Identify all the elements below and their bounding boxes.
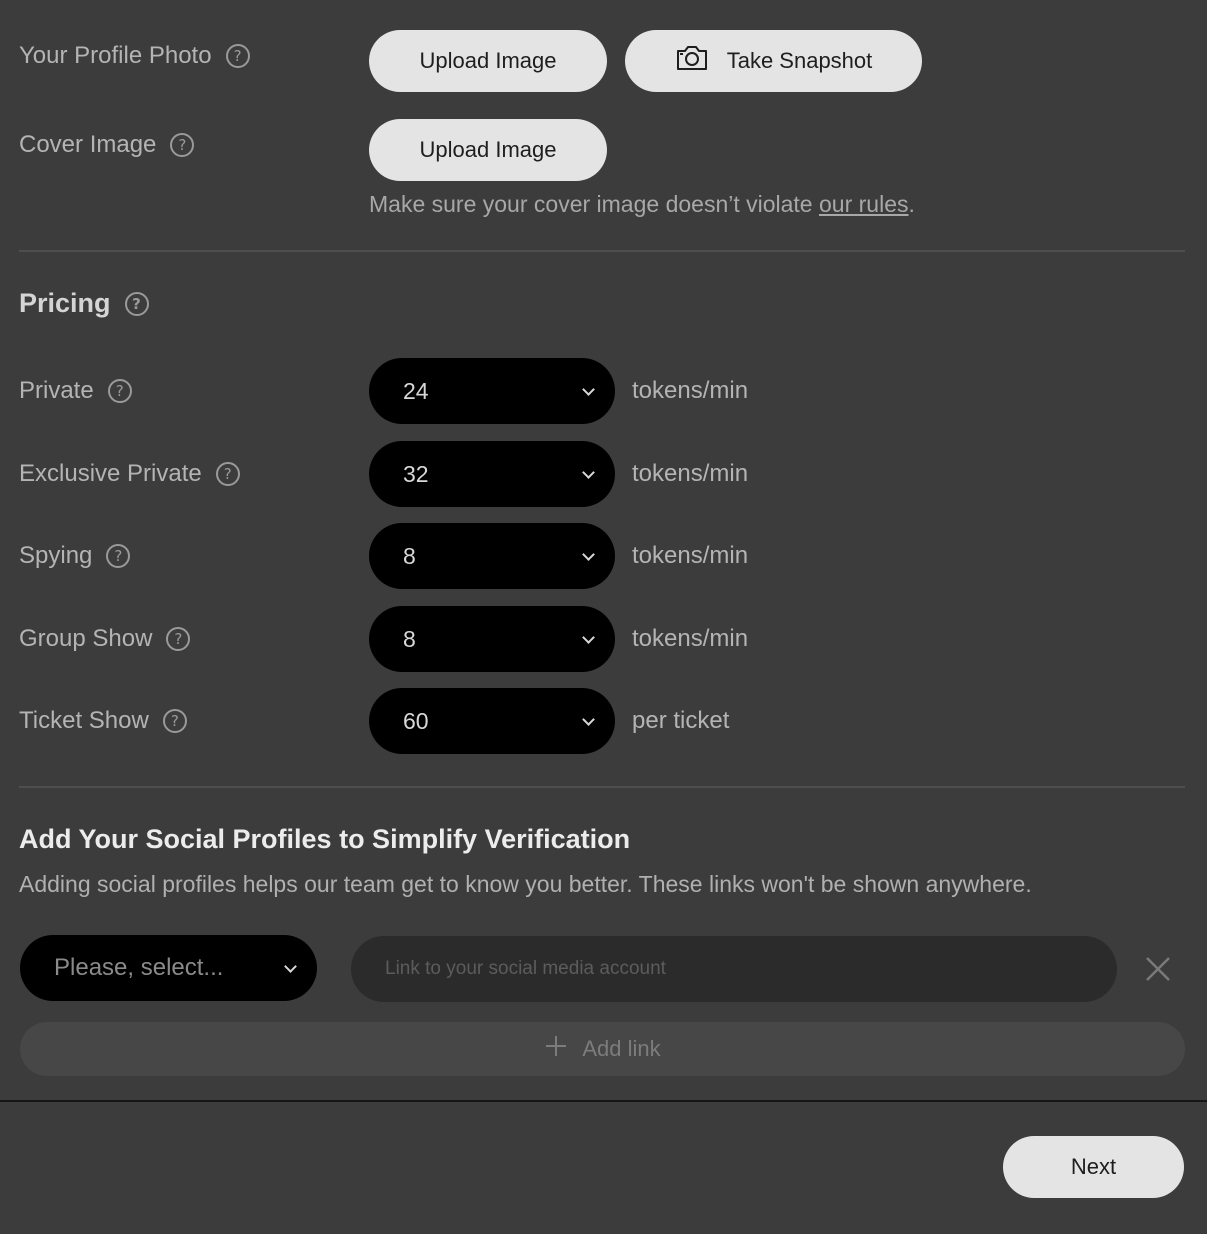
chevron-down-icon — [582, 382, 595, 396]
close-icon[interactable] — [1141, 952, 1175, 986]
pricing-select-0[interactable]: 24 — [369, 358, 615, 424]
profile-upload-label: Upload Image — [419, 48, 557, 73]
pricing-row-label-2: Spying? — [19, 542, 131, 570]
camera-icon — [675, 45, 709, 77]
cover-upload-label: Upload Image — [419, 137, 557, 162]
pricing-label: Group Show — [19, 625, 153, 652]
chevron-down-icon — [582, 712, 595, 726]
question-circle-icon[interactable]: ? — [225, 44, 250, 68]
question-circle-icon[interactable]: ? — [215, 462, 240, 486]
pricing-row-label-3: Group Show? — [19, 625, 191, 653]
pricing-label: Exclusive Private — [19, 460, 202, 487]
social-description: Adding social profiles helps our team ge… — [19, 871, 1032, 897]
profile-upload-button[interactable]: Upload Image — [369, 30, 607, 92]
add-link-label: Add link — [582, 1036, 661, 1061]
question-circle-icon[interactable]: ? — [124, 291, 149, 316]
cover-hint-text: Make sure your cover image doesn’t viola… — [369, 191, 819, 217]
question-circle-icon[interactable]: ? — [107, 379, 132, 403]
pricing-unit: tokens/min — [632, 377, 749, 404]
add-link-button[interactable]: Add link — [20, 1022, 1185, 1076]
take-snapshot-label: Take Snapshot — [726, 48, 873, 73]
pricing-select-1[interactable]: 32 — [369, 441, 615, 507]
chevron-down-icon — [582, 547, 595, 561]
next-button[interactable]: Next — [1003, 1136, 1184, 1198]
cover-image-hint: Make sure your cover image doesn’t viola… — [369, 191, 915, 218]
profile-photo-label: Your Profile Photo — [19, 42, 212, 69]
pricing-row-label-1: Exclusive Private? — [19, 460, 240, 488]
pricing-value: 24 — [403, 377, 429, 404]
question-circle-icon[interactable]: ? — [162, 709, 187, 733]
pricing-select-2[interactable]: 8 — [369, 523, 615, 589]
pricing-select-3[interactable]: 8 — [369, 606, 615, 672]
section-divider — [19, 786, 1185, 788]
pricing-row-label-4: Ticket Show? — [19, 707, 187, 735]
social-select-placeholder: Please, select... — [54, 954, 224, 981]
pricing-row-label-0: Private? — [19, 377, 132, 405]
section-divider — [19, 250, 1185, 252]
cover-image-label: Cover Image — [19, 131, 157, 158]
pricing-label: Spying — [19, 542, 93, 569]
pricing-unit: tokens/min — [632, 625, 749, 652]
plus-icon — [544, 1034, 568, 1064]
question-circle-icon[interactable]: ? — [170, 133, 195, 157]
cover-image-label-row: Cover Image ? — [19, 131, 195, 159]
chevron-down-icon — [284, 959, 297, 973]
profile-photo-label-row: Your Profile Photo ? — [19, 42, 250, 70]
take-snapshot-button[interactable]: Take Snapshot — [625, 30, 922, 92]
next-label: Next — [1070, 1154, 1117, 1179]
social-link-input[interactable] — [351, 936, 1117, 1002]
social-network-select[interactable]: Please, select... — [20, 935, 317, 1001]
pricing-value: 8 — [403, 542, 416, 569]
question-circle-icon[interactable]: ? — [166, 627, 191, 651]
pricing-unit: tokens/min — [632, 542, 749, 569]
pricing-title-row: Pricing ? — [19, 288, 149, 319]
pricing-label: Ticket Show — [19, 707, 149, 734]
pricing-label: Private — [19, 377, 94, 404]
pricing-unit: tokens/min — [632, 460, 749, 487]
pricing-value: 8 — [403, 625, 416, 652]
social-title: Add Your Social Profiles to Simplify Ver… — [19, 824, 631, 854]
cover-hint-suffix: . — [908, 191, 915, 217]
cover-upload-button[interactable]: Upload Image — [369, 119, 607, 181]
pricing-select-4[interactable]: 60 — [369, 688, 615, 754]
pricing-title: Pricing — [19, 288, 111, 318]
our-rules-link[interactable]: our rules — [819, 191, 908, 217]
pricing-value: 32 — [403, 460, 429, 487]
chevron-down-icon — [582, 630, 595, 644]
pricing-value: 60 — [403, 707, 429, 734]
pricing-unit: per ticket — [632, 707, 730, 734]
chevron-down-icon — [582, 465, 595, 479]
question-circle-icon[interactable]: ? — [106, 544, 131, 568]
